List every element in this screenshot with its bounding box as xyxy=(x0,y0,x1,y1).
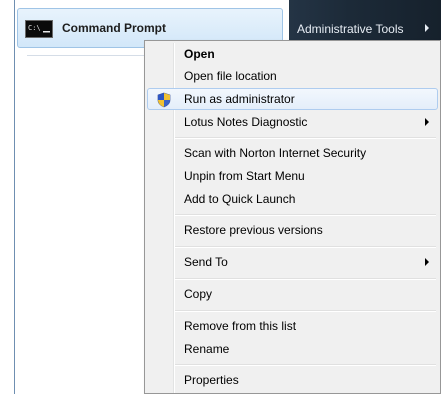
menu-item-properties[interactable]: Properties xyxy=(147,369,438,391)
menu-separator xyxy=(175,278,436,280)
menu-item-label: Send To xyxy=(184,255,228,269)
uac-shield-icon xyxy=(157,92,171,108)
menu-item-open-file-location[interactable]: Open file location xyxy=(147,65,438,87)
right-pane-item-administrative-tools[interactable]: Administrative Tools xyxy=(297,22,404,36)
menu-separator xyxy=(175,364,436,366)
menu-item-scan-with-norton[interactable]: Scan with Norton Internet Security xyxy=(147,142,438,164)
menu-item-label: Unpin from Start Menu xyxy=(184,169,305,183)
chevron-right-icon xyxy=(425,24,429,32)
submenu-arrow-icon xyxy=(425,118,429,126)
pane-divider xyxy=(27,55,151,56)
submenu-arrow-icon xyxy=(425,258,429,266)
pinned-item-label: Command Prompt xyxy=(62,21,167,35)
menu-item-label: Copy xyxy=(184,287,213,301)
menu-item-remove-from-this-list[interactable]: Remove from this list xyxy=(147,315,438,337)
menu-item-label: Restore previous versions xyxy=(184,223,323,237)
menu-item-label: Properties xyxy=(184,373,239,387)
menu-item-copy[interactable]: Copy xyxy=(147,283,438,305)
menu-separator xyxy=(175,310,436,312)
menu-item-restore-previous-versions[interactable]: Restore previous versions xyxy=(147,219,438,241)
menu-item-label: Open xyxy=(184,47,215,61)
menu-separator xyxy=(175,137,436,139)
svg-text:C:\: C:\ xyxy=(28,24,41,32)
menu-item-add-to-quick-launch[interactable]: Add to Quick Launch xyxy=(147,188,438,210)
menu-separator xyxy=(175,214,436,216)
menu-item-label: Lotus Notes Diagnostic xyxy=(184,115,308,129)
menu-item-run-as-administrator[interactable]: Run as administrator xyxy=(147,88,438,110)
menu-item-label: Add to Quick Launch xyxy=(184,192,296,206)
menu-item-label: Scan with Norton Internet Security xyxy=(184,146,367,160)
menu-separator xyxy=(175,246,436,248)
menu-item-send-to[interactable]: Send To xyxy=(147,251,438,273)
command-prompt-icon: C:\ xyxy=(25,20,53,38)
menu-item-label: Open file location xyxy=(184,69,277,83)
menu-item-rename[interactable]: Rename xyxy=(147,338,438,360)
context-menu: Open Open file location Run as administr… xyxy=(144,40,441,394)
menu-item-label: Rename xyxy=(184,342,230,356)
menu-item-unpin-from-start-menu[interactable]: Unpin from Start Menu xyxy=(147,165,438,187)
menu-item-label: Run as administrator xyxy=(184,92,295,106)
menu-item-open[interactable]: Open xyxy=(147,43,438,65)
menu-item-label: Remove from this list xyxy=(184,319,297,333)
menu-item-lotus-notes-diagnostic[interactable]: Lotus Notes Diagnostic xyxy=(147,111,438,133)
